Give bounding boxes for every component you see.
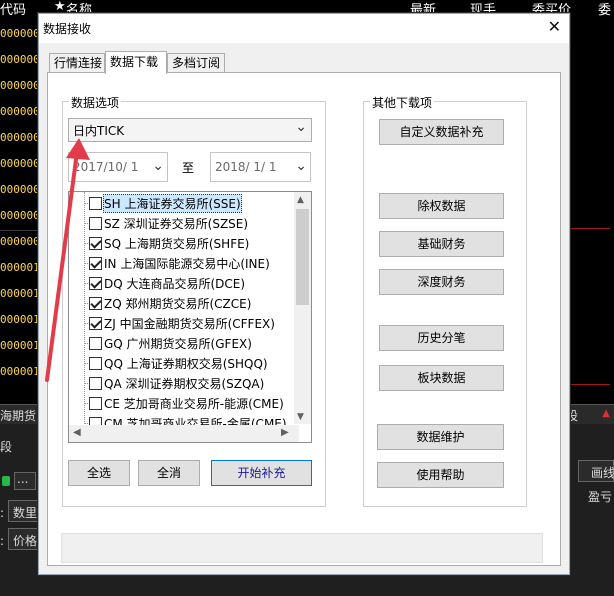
checkbox[interactable] bbox=[89, 297, 102, 310]
exchange-label: ZJ 中国金融期货交易所(CFFEX) bbox=[104, 317, 275, 331]
scroll-down-icon[interactable]: ▼ bbox=[297, 412, 304, 422]
other-downloads-group: 其他下载项 自定义数据补充 除权数据 基础财务 深度财务 历史分笔 板块数据 数… bbox=[363, 94, 527, 507]
checkbox[interactable] bbox=[89, 237, 102, 250]
row-divider bbox=[0, 230, 40, 231]
scroll-right-icon[interactable]: ▶ bbox=[281, 427, 289, 438]
checkbox[interactable] bbox=[89, 337, 102, 350]
dots-button[interactable]: ... bbox=[14, 472, 36, 490]
order-row-marker: : bbox=[0, 506, 5, 520]
exchange-label: QA 深圳证券期权交易(SZQA) bbox=[104, 377, 265, 391]
quantity-label: 数里 bbox=[13, 506, 38, 520]
exchange-label: CE 芝加哥商业交易所-能源(CME) bbox=[104, 397, 284, 411]
price-field[interactable]: 价格 bbox=[8, 528, 38, 550]
exchange-label: DQ 大连商品交易所(DCE) bbox=[104, 277, 246, 291]
exchange-label: SH 上海证券交易所(SSE) bbox=[103, 194, 242, 213]
exchange-label: SZ 深圳证券交易所(SZSE) bbox=[104, 217, 249, 231]
chevron-down-icon: ⌄ bbox=[295, 119, 307, 135]
deselect-all-button[interactable]: 全消 bbox=[138, 460, 200, 486]
list-vertical-scrollbar[interactable]: ▲ ▼ bbox=[294, 192, 311, 424]
warning-triangle-icon: ▲ bbox=[602, 408, 610, 419]
dialog-titlebar[interactable]: 数据接收 ✕ bbox=[39, 14, 569, 43]
data-download-panel: 数据选项 日内TICK ⌄ 2017/10/ 1 ⌄ 至 2018/ 1/ 1 … bbox=[47, 72, 561, 566]
checkbox[interactable] bbox=[89, 197, 102, 210]
data-type-select[interactable]: 日内TICK ⌄ bbox=[68, 118, 312, 142]
checkbox[interactable] bbox=[89, 317, 102, 330]
exchange-label: SQ 上海期货交易所(SHFE) bbox=[104, 237, 250, 251]
checkbox[interactable] bbox=[89, 277, 102, 290]
exchange-label: QQ 上海证券期权交易(SHQQ) bbox=[104, 357, 268, 371]
exchange-list[interactable]: SH 上海证券交易所(SSE) SZ 深圳证券交易所(SZSE) SQ 上海期货… bbox=[68, 191, 312, 443]
tab-multi-level-subscribe[interactable]: 多档订阅 bbox=[167, 53, 225, 73]
scrollbar-thumb[interactable] bbox=[296, 209, 309, 305]
star-icon: ★ bbox=[54, 0, 66, 14]
data-options-group: 数据选项 日内TICK ⌄ 2017/10/ 1 ⌄ 至 2018/ 1/ 1 … bbox=[62, 94, 326, 507]
tab-shanghai-futures[interactable]: 海期货 bbox=[0, 407, 36, 424]
deep-financial-button[interactable]: 深度财务 bbox=[379, 269, 504, 295]
quote-right-column bbox=[568, 16, 614, 404]
data-maintenance-button[interactable]: 数据维护 bbox=[377, 424, 504, 450]
checkbox[interactable] bbox=[89, 217, 102, 230]
column-code[interactable]: 代码 bbox=[0, 0, 26, 18]
chevron-down-icon: ⌄ bbox=[152, 158, 164, 174]
data-options-title: 数据选项 bbox=[69, 94, 122, 111]
start-date-value: 2017/10/ 1 bbox=[73, 160, 139, 174]
date-range-to-label: 至 bbox=[182, 161, 195, 175]
help-button[interactable]: 使用帮助 bbox=[377, 462, 504, 488]
checkbox[interactable] bbox=[89, 377, 102, 390]
price-label: 价格 bbox=[13, 534, 38, 548]
exchange-label: ZQ 郑州期货交易所(CZCE) bbox=[104, 297, 252, 311]
list-horizontal-scrollbar[interactable]: ◀ ▶ bbox=[69, 425, 299, 442]
dialog-title: 数据接收 bbox=[43, 22, 92, 36]
chevron-down-icon: ⌄ bbox=[295, 158, 307, 174]
fundamentals-button[interactable]: 基础财务 bbox=[379, 231, 504, 257]
download-progress-bar bbox=[61, 533, 543, 563]
exchange-label: GQ 广州期货交易所(GFEX) bbox=[104, 337, 252, 351]
historical-ticks-button[interactable]: 历史分笔 bbox=[379, 325, 504, 351]
scroll-left-icon[interactable]: ◀ bbox=[73, 427, 81, 438]
start-fill-button[interactable]: 开始补充 bbox=[211, 460, 312, 486]
quantity-field[interactable]: 数里 bbox=[8, 500, 38, 522]
checkbox[interactable] bbox=[89, 257, 102, 270]
end-date-value: 2018/ 1/ 1 bbox=[215, 160, 277, 174]
connected-indicator-icon bbox=[2, 476, 10, 486]
tab-data-download[interactable]: 数据下载 bbox=[105, 51, 167, 74]
data-receive-dialog: 数据接收 ✕ 行情连接 数据下载 多档订阅 数据选项 日内TICK ⌄ 2017… bbox=[38, 13, 570, 575]
data-type-value: 日内TICK bbox=[73, 124, 125, 138]
select-all-button[interactable]: 全选 bbox=[68, 460, 130, 486]
pnl-label: 盈亏 bbox=[588, 490, 613, 504]
exchange-label: IN 上海国际能源交易中心(INE) bbox=[104, 257, 270, 271]
ex-rights-data-button[interactable]: 除权数据 bbox=[379, 193, 504, 219]
row-divider bbox=[570, 228, 610, 229]
tab-quote-connection[interactable]: 行情连接 bbox=[49, 53, 105, 73]
sector-data-button[interactable]: 板块数据 bbox=[379, 365, 504, 391]
custom-data-fill-button[interactable]: 自定义数据补充 bbox=[379, 119, 504, 145]
start-date-picker[interactable]: 2017/10/ 1 ⌄ bbox=[68, 152, 168, 182]
checkbox[interactable] bbox=[89, 397, 102, 410]
end-date-picker[interactable]: 2018/ 1/ 1 ⌄ bbox=[210, 152, 311, 182]
order-row-marker: : bbox=[0, 534, 5, 548]
checkbox[interactable] bbox=[89, 357, 102, 370]
other-downloads-title: 其他下载项 bbox=[370, 94, 435, 111]
close-icon[interactable]: ✕ bbox=[548, 17, 561, 36]
order-panel-label: 段 bbox=[0, 440, 13, 454]
tree-line bbox=[84, 192, 85, 422]
draw-line-button[interactable]: 画线 bbox=[578, 460, 614, 482]
row-divider bbox=[570, 384, 610, 385]
scroll-up-icon[interactable]: ▲ bbox=[297, 195, 304, 205]
